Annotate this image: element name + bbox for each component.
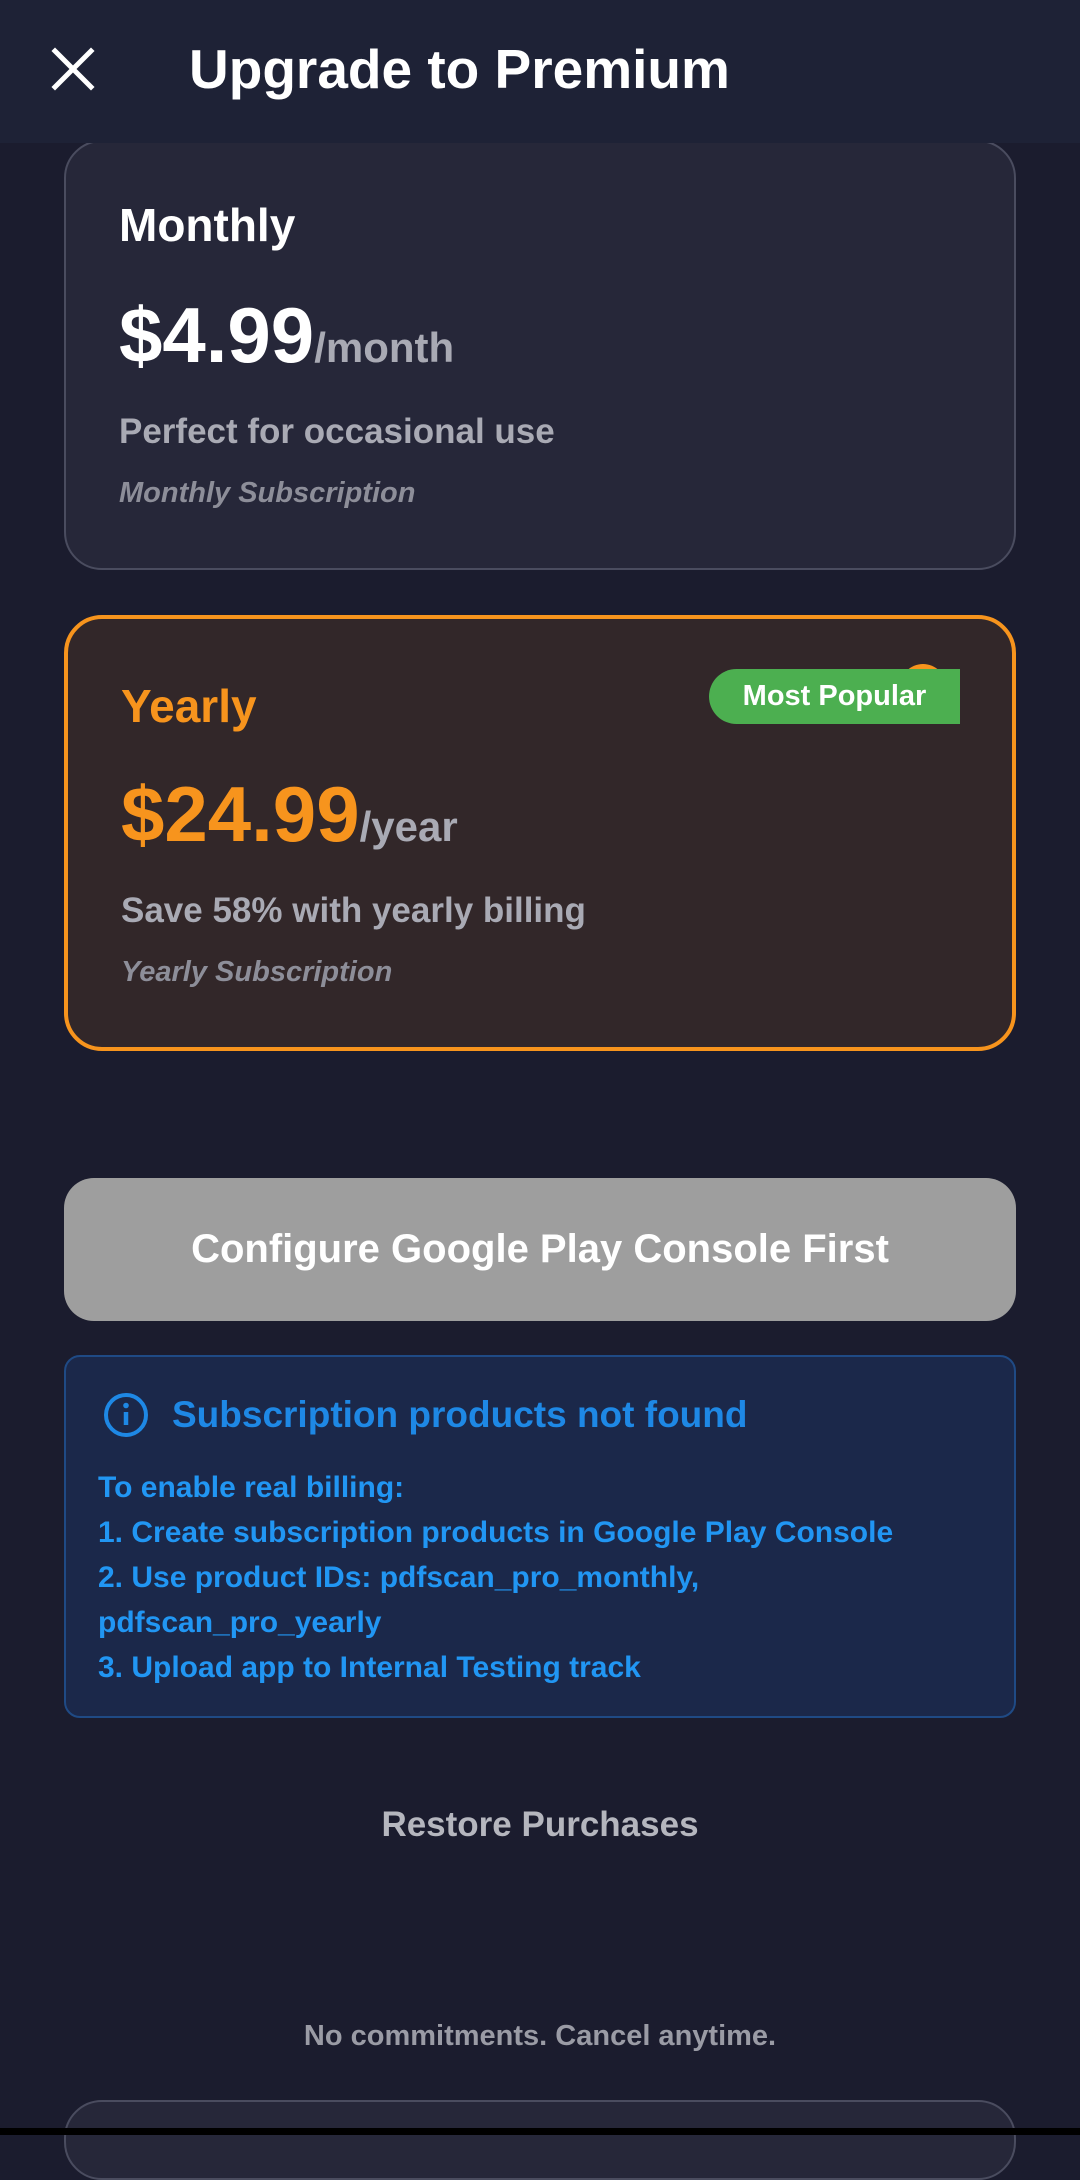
products-not-found-notice: Subscription products not found To enabl… xyxy=(64,1355,1016,1718)
most-popular-badge: Most Popular xyxy=(709,669,960,724)
plan-name: Yearly xyxy=(121,680,257,732)
plan-product-title: Yearly Subscription xyxy=(121,956,393,988)
system-nav-bar xyxy=(0,2128,1080,2135)
plan-card-monthly[interactable]: Monthly $4.99/month Perfect for occasion… xyxy=(64,140,1016,570)
plan-period: /year xyxy=(359,803,458,850)
footer-note: No commitments. Cancel anytime. xyxy=(303,2020,777,2052)
plan-price-row: $4.99/month xyxy=(119,290,454,381)
restore-purchases-button[interactable]: Restore Purchases xyxy=(0,1795,1080,1855)
notice-instructions: To enable real billing: 1. Create subscr… xyxy=(98,1465,988,1690)
plan-price-row: $24.99/year xyxy=(121,769,458,860)
configure-console-button[interactable]: Configure Google Play Console First xyxy=(64,1178,1016,1321)
plan-card-yearly[interactable]: Yearly Most Popular $24.99/year Save 58%… xyxy=(64,615,1016,1051)
plan-description: Perfect for occasional use xyxy=(119,412,555,451)
plan-price: $24.99 xyxy=(121,770,360,858)
notice-line: 2. Use product IDs: pdfscan_pro_monthly, xyxy=(98,1561,700,1594)
plan-product-title: Monthly Subscription xyxy=(119,477,416,509)
notice-line: To enable real billing: xyxy=(98,1471,405,1504)
close-button[interactable] xyxy=(40,36,106,102)
partial-card xyxy=(64,2100,1016,2180)
page-title: Upgrade to Premium xyxy=(189,38,730,100)
plan-period: /month xyxy=(314,324,455,371)
close-icon xyxy=(51,47,95,91)
notice-line: 3. Upload app to Internal Testing track xyxy=(98,1651,641,1684)
plan-price: $4.99 xyxy=(119,291,315,379)
plan-description: Save 58% with yearly billing xyxy=(121,891,586,930)
notice-line: pdfscan_pro_yearly xyxy=(98,1606,382,1639)
app-bar: Upgrade to Premium xyxy=(0,0,1080,143)
plan-name: Monthly xyxy=(119,199,296,251)
notice-line: 1. Create subscription products in Googl… xyxy=(98,1516,894,1549)
info-icon xyxy=(104,1393,148,1437)
notice-title: Subscription products not found xyxy=(172,1394,748,1435)
